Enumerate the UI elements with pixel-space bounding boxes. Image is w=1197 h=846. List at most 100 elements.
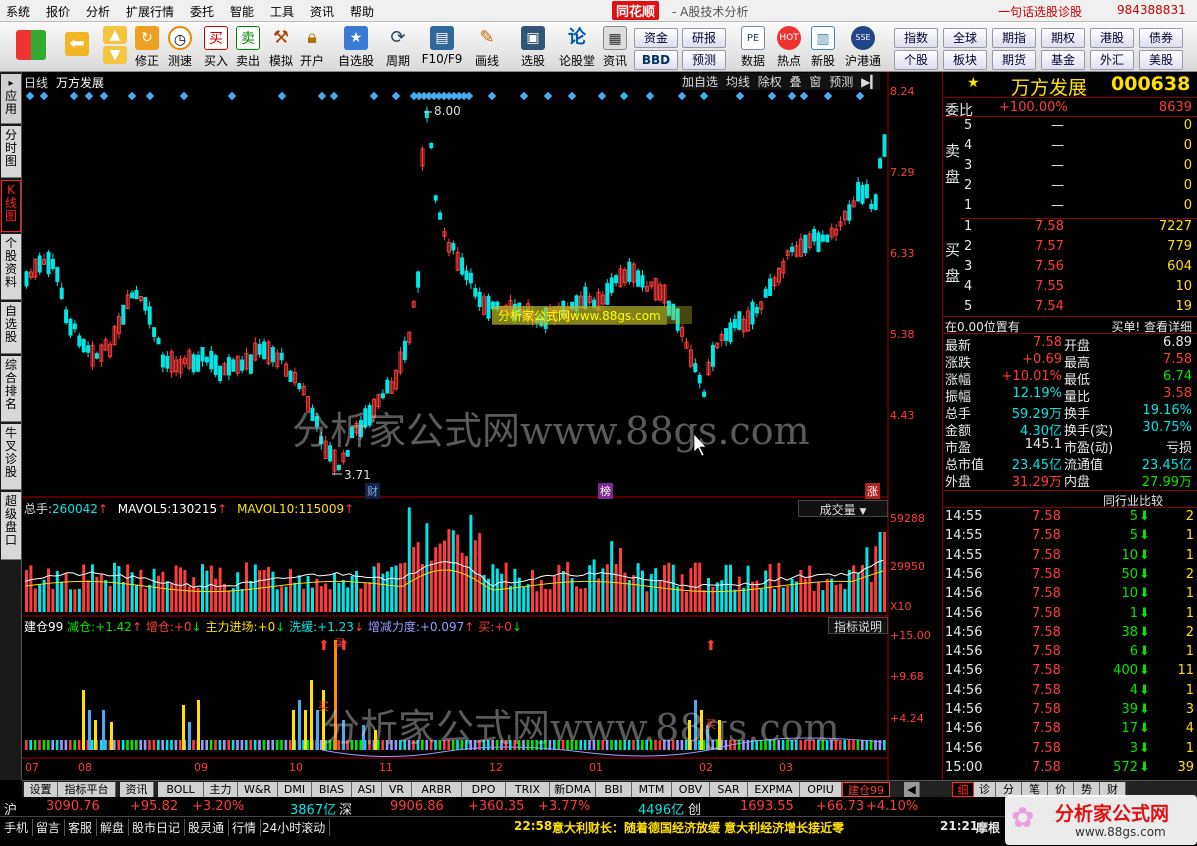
link-diary[interactable]: 股市日记 <box>132 819 186 836</box>
tab-opiu[interactable]: OPIU <box>800 782 842 797</box>
news2-ticker[interactable]: 摩根 <box>976 819 1000 836</box>
research-button[interactable]: 研报 <box>682 28 726 48</box>
tab-trix[interactable]: TRIX <box>506 782 550 797</box>
watchlist-button[interactable]: ★ 自选股 <box>336 24 376 70</box>
tab-asi[interactable]: ASI <box>352 782 382 797</box>
buy-level-4[interactable]: 4 7.55 10 <box>943 279 1197 299</box>
news-ticker[interactable]: 意大利财长：随着德国经济放缓 意大利经济增长接近零 <box>552 819 844 836</box>
new-stock-button[interactable]: ▥ 新股 <box>806 24 840 70</box>
futures-index-button[interactable]: 期指 <box>992 28 1036 48</box>
layout-button[interactable] <box>14 28 48 74</box>
tab-obv[interactable]: OBV <box>672 782 710 797</box>
stock-button[interactable]: 个股 <box>894 50 938 70</box>
menu-item-smart[interactable]: 智能 <box>230 3 254 20</box>
sell-button[interactable]: 卖 卖出 <box>231 24 265 70</box>
forum-button[interactable]: 论 论股堂 <box>558 24 596 70</box>
tab-detail[interactable]: 细 <box>952 782 974 797</box>
tab-vr[interactable]: VR <box>382 782 412 797</box>
sell-level-3[interactable]: 3—0 <box>943 158 1197 178</box>
menu-item-analysis[interactable]: 分析 <box>86 3 110 20</box>
menu-item-help[interactable]: 帮助 <box>350 3 374 20</box>
global-button[interactable]: 全球 <box>943 28 987 48</box>
index-button[interactable]: 指数 <box>894 28 938 48</box>
options-button[interactable]: 期权 <box>1041 28 1085 48</box>
sector-button[interactable]: 板块 <box>943 50 987 70</box>
tab-timeshare[interactable]: 分时图 <box>1 126 21 178</box>
tab-bbi[interactable]: BBI <box>596 782 632 797</box>
tab-sar[interactable]: SAR <box>710 782 748 797</box>
sz-index[interactable]: 9906.86 <box>390 799 444 814</box>
tab-stock-profile[interactable]: 个股资料 <box>1 234 21 300</box>
promo-link[interactable]: 一句话选股诊股 <box>998 3 1082 20</box>
add-watchlist-button[interactable]: 加自选 <box>682 75 718 89</box>
menu-item-extended[interactable]: 扩展行情 <box>126 3 174 20</box>
tab-mtm[interactable]: MTM <box>632 782 672 797</box>
link-gulingtong[interactable]: 股灵通 <box>188 819 230 836</box>
capital-button[interactable]: 资金 <box>634 28 678 48</box>
forex-button[interactable]: 外汇 <box>1090 50 1134 70</box>
peer-compare-link[interactable]: 同行业比较 <box>1103 492 1163 509</box>
tab-diagnose[interactable]: 诊 <box>974 782 996 797</box>
tab-news[interactable]: 资讯 <box>120 782 154 797</box>
menu-item-info[interactable]: 资讯 <box>310 3 334 20</box>
correct-button[interactable]: ↻ 修正 <box>130 24 164 70</box>
view-detail-link[interactable]: 买单! 查看详细 <box>1111 318 1192 335</box>
forecast-button[interactable]: 预测 <box>682 50 726 70</box>
speedtest-button[interactable]: ◷ 测速 <box>163 24 197 70</box>
tab-diagnosis[interactable]: 牛叉诊股 <box>1 424 21 490</box>
link-24h[interactable]: 24小时滚动 <box>262 819 331 836</box>
tab-bias[interactable]: BIAS <box>312 782 352 797</box>
hotspot-button[interactable]: HOT 热点 <box>772 24 806 70</box>
link-quotes[interactable]: 行情 <box>232 819 262 836</box>
ex-right-button[interactable]: 除权 <box>758 75 782 89</box>
tab-kline[interactable]: K线图 <box>1 180 21 232</box>
fund-button[interactable]: 基金 <box>1041 50 1085 70</box>
bond-button[interactable]: 债券 <box>1139 28 1183 48</box>
overlay-button[interactable]: 叠 <box>790 75 802 89</box>
menu-item-trade[interactable]: 委托 <box>190 3 214 20</box>
simulate-button[interactable]: ⚒ 模拟 <box>264 24 298 70</box>
period-label[interactable]: 日线 <box>24 74 48 91</box>
hk-stock-button[interactable]: 港股 <box>1090 28 1134 48</box>
hk-connect-button[interactable]: SSE 沪港通 <box>843 24 883 70</box>
window-button[interactable]: 窗 <box>809 75 821 89</box>
tab-watchlist[interactable]: 自选股 <box>1 302 21 354</box>
link-service[interactable]: 客服 <box>68 819 98 836</box>
star-icon[interactable]: ★ <box>967 75 980 91</box>
up-down-buttons[interactable]: ▲ ▼ <box>100 24 130 70</box>
bbd-button[interactable]: BBD <box>634 50 678 70</box>
ma-button[interactable]: 均线 <box>726 75 750 89</box>
volume-selector[interactable]: 成交量 ▼ <box>798 500 888 517</box>
menu-item-tools[interactable]: 工具 <box>270 3 294 20</box>
sell-level-4[interactable]: 4—0 <box>943 138 1197 158</box>
news-button[interactable]: ▦ 资讯 <box>598 24 632 70</box>
open-account-button[interactable]: 🔒︎ 开户 <box>295 24 329 70</box>
draw-line-button[interactable]: ✎ 画线 <box>468 24 506 70</box>
sh-index[interactable]: 3090.76 <box>46 799 100 814</box>
data-button[interactable]: PE 数据 <box>736 24 770 70</box>
limit-up-marker[interactable]: 涨 <box>865 483 880 499</box>
scroll-left-button[interactable]: ◀ <box>904 782 920 797</box>
ranking-marker[interactable]: 榜 <box>598 483 613 499</box>
tab-wr[interactable]: W&R <box>238 782 278 797</box>
buy-level-1[interactable]: 1 7.58 7227 <box>943 219 1197 239</box>
tab-settings[interactable]: 设置 <box>24 782 58 797</box>
buy-button[interactable]: 买 买入 <box>199 24 233 70</box>
chart-area[interactable]: ⬆ ⬆ ⬆ 日线 万方发展 加自选 均线 除权 叠 窗 预测 ▶▎ 8.24 7.2… <box>22 72 931 780</box>
stock-picker-button[interactable]: ▣ 选股 <box>512 24 554 70</box>
tab-indicator-platform[interactable]: 指标平台 <box>58 782 116 797</box>
sell-level-2[interactable]: 2—0 <box>943 178 1197 198</box>
period-button[interactable]: ⟳ 周期 <box>380 24 416 70</box>
cy-index[interactable]: 1693.55 <box>740 799 794 814</box>
sell-level-5[interactable]: 5—0 <box>943 118 1197 138</box>
buy-level-2[interactable]: 2 7.57 779 <box>943 239 1197 259</box>
link-mobile[interactable]: 手机 <box>4 819 34 836</box>
tab-new-dma[interactable]: 新DMA <box>550 782 596 797</box>
sell-level-1[interactable]: 1—0 <box>943 198 1197 218</box>
tab-main-force[interactable]: 主力 <box>204 782 238 797</box>
toggle-panel-icon[interactable]: ▶▎ <box>861 75 879 89</box>
tab-super-orderbook[interactable]: 超级盘口 <box>1 492 21 560</box>
link-message[interactable]: 留言 <box>36 819 66 836</box>
tab-dpo[interactable]: DPO <box>462 782 506 797</box>
us-stock-button[interactable]: 美股 <box>1139 50 1183 70</box>
